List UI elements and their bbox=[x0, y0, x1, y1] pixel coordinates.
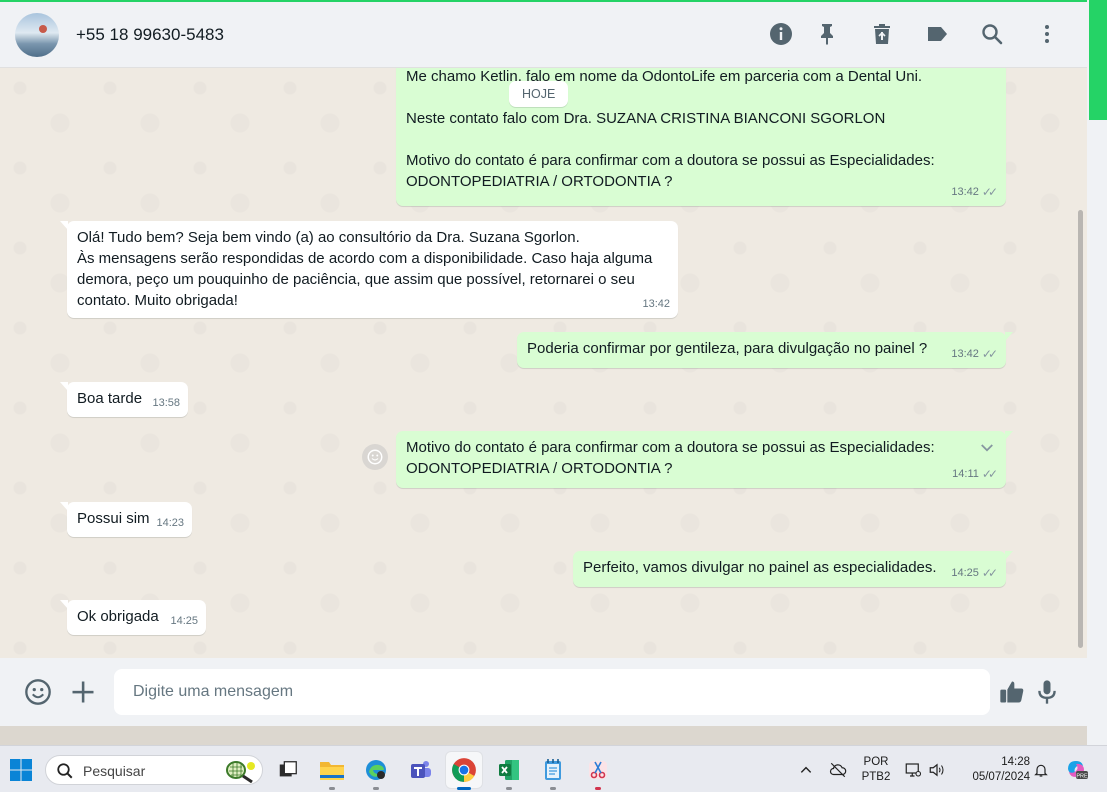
date-chip: HOJE bbox=[509, 81, 569, 107]
menu-icon[interactable] bbox=[1034, 21, 1060, 47]
message-time: 14:25 bbox=[951, 567, 979, 579]
clock-date: 05/07/2024 bbox=[972, 771, 1030, 783]
taskbar-search[interactable]: Pesquisar bbox=[45, 755, 263, 785]
message-time: 14:11 bbox=[952, 468, 979, 480]
chrome-icon bbox=[452, 758, 476, 782]
message-bubble-outgoing[interactable]: Perfeito, vamos divulgar no painel as es… bbox=[573, 551, 1013, 587]
message-time: 14:25 bbox=[170, 615, 198, 627]
excel-icon bbox=[499, 760, 519, 780]
emoji-react-icon[interactable] bbox=[362, 444, 388, 470]
message-meta: 14:23 bbox=[156, 513, 184, 534]
edge-icon bbox=[366, 760, 386, 780]
microphone-icon[interactable] bbox=[1032, 677, 1062, 707]
language-indicator[interactable]: POR PTB2 bbox=[860, 755, 892, 785]
search-icon[interactable] bbox=[979, 21, 1005, 47]
message-bubble-outgoing[interactable]: Motivo do contato é para confirmar com a… bbox=[396, 431, 1013, 488]
info-icon[interactable] bbox=[768, 21, 794, 47]
message-meta: 13:42 ✓✓ bbox=[951, 182, 998, 203]
message-bubble-outgoing[interactable]: Me chamo Ketlin, falo em nome da OdontoL… bbox=[396, 68, 1006, 206]
message-text: Me chamo Ketlin, falo em nome da OdontoL… bbox=[406, 68, 935, 190]
clock[interactable]: 14:28 05/07/2024 bbox=[958, 755, 1030, 785]
language-line1: POR bbox=[863, 756, 889, 768]
message-meta: 13:58 bbox=[152, 393, 180, 414]
double-check-icon: ✓✓ bbox=[981, 566, 998, 580]
message-time: 13:42 bbox=[951, 186, 979, 198]
message-list[interactable]: Me chamo Ketlin, falo em nome da OdontoL… bbox=[0, 68, 1087, 658]
message-input[interactable] bbox=[114, 669, 990, 715]
message-bubble-incoming[interactable]: Olá! Tudo bem? Seja bem vindo (a) ao con… bbox=[60, 221, 678, 318]
message-bubble-incoming[interactable]: Ok obrigada 14:25 bbox=[60, 600, 206, 635]
message-bubble-incoming[interactable]: Boa tarde 13:58 bbox=[60, 382, 188, 417]
clock-time: 14:28 bbox=[1001, 756, 1030, 768]
thumbs-up-icon[interactable] bbox=[997, 677, 1027, 707]
message-text: Perfeito, vamos divulgar no painel as es… bbox=[583, 559, 937, 576]
network-icon[interactable] bbox=[903, 760, 923, 780]
task-view-app[interactable] bbox=[270, 752, 306, 788]
message-time: 13:58 bbox=[152, 397, 180, 409]
windows-taskbar: Pesquisar POR PTB2 14:28 05/07/2024 PRE bbox=[0, 745, 1107, 792]
task-view-icon bbox=[279, 761, 297, 777]
svg-text:PRE: PRE bbox=[1076, 774, 1088, 780]
delete-icon[interactable] bbox=[869, 21, 895, 47]
teams-icon bbox=[411, 761, 431, 778]
pin-icon[interactable] bbox=[814, 21, 840, 47]
chevron-down-icon[interactable] bbox=[978, 439, 996, 457]
file-explorer-app[interactable] bbox=[314, 752, 350, 790]
emoji-icon[interactable] bbox=[23, 677, 53, 707]
edge-app[interactable] bbox=[358, 752, 394, 790]
snipping-tool-app[interactable] bbox=[580, 752, 616, 790]
message-bubble-incoming[interactable]: Possui sim 14:23 bbox=[60, 502, 192, 537]
folder-icon bbox=[320, 762, 344, 780]
excel-app[interactable] bbox=[491, 752, 527, 790]
message-meta: 13:42 bbox=[642, 294, 670, 315]
label-icon[interactable] bbox=[924, 21, 950, 47]
notepad-icon bbox=[545, 759, 561, 780]
snipping-tool-icon bbox=[589, 761, 607, 779]
scrollbar-thumb[interactable] bbox=[1078, 210, 1083, 648]
message-time: 13:42 bbox=[642, 298, 670, 310]
message-meta: 14:25 bbox=[170, 611, 198, 632]
message-text: Poderia confirmar por gentileza, para di… bbox=[527, 340, 928, 357]
windows-logo-icon bbox=[10, 759, 32, 781]
message-meta: 14:25 ✓✓ bbox=[951, 563, 998, 584]
start-button[interactable] bbox=[3, 752, 39, 788]
copilot-icon[interactable]: PRE bbox=[1064, 757, 1088, 781]
chat-header: +55 18 99630-5483 bbox=[0, 2, 1087, 68]
message-time: 14:23 bbox=[156, 517, 184, 529]
chrome-app[interactable] bbox=[446, 752, 482, 790]
teams-app[interactable] bbox=[403, 752, 439, 788]
whatsapp-window: +55 18 99630-5483 Me chamo Ketlin, falo … bbox=[0, 0, 1087, 726]
double-check-icon: ✓✓ bbox=[981, 185, 998, 199]
window-edge bbox=[1087, 0, 1107, 745]
message-composer bbox=[0, 658, 1087, 726]
message-bubble-outgoing[interactable]: Poderia confirmar por gentileza, para di… bbox=[517, 332, 1013, 368]
search-icon bbox=[57, 763, 73, 779]
double-check-icon: ✓✓ bbox=[981, 467, 998, 481]
notepad-app[interactable] bbox=[535, 752, 571, 790]
message-time: 13:42 bbox=[951, 348, 979, 360]
contact-name[interactable]: +55 18 99630-5483 bbox=[76, 25, 224, 45]
notification-bell-icon[interactable] bbox=[1031, 760, 1051, 780]
language-line2: PTB2 bbox=[861, 771, 891, 783]
chevron-up-icon[interactable] bbox=[796, 760, 816, 780]
message-text: Olá! Tudo bem? Seja bem vindo (a) ao con… bbox=[77, 229, 653, 309]
search-placeholder: Pesquisar bbox=[83, 763, 146, 779]
tennis-racket-icon bbox=[226, 761, 255, 783]
message-meta: 14:11 ✓✓ bbox=[952, 464, 998, 485]
contact-avatar[interactable] bbox=[15, 13, 59, 57]
message-text: Motivo do contato é para confirmar com a… bbox=[406, 439, 935, 477]
cloud-offline-icon[interactable] bbox=[828, 760, 848, 780]
double-check-icon: ✓✓ bbox=[981, 347, 998, 361]
volume-icon[interactable] bbox=[927, 760, 947, 780]
message-meta: 13:42 ✓✓ bbox=[951, 344, 998, 365]
attach-plus-icon[interactable] bbox=[68, 677, 98, 707]
